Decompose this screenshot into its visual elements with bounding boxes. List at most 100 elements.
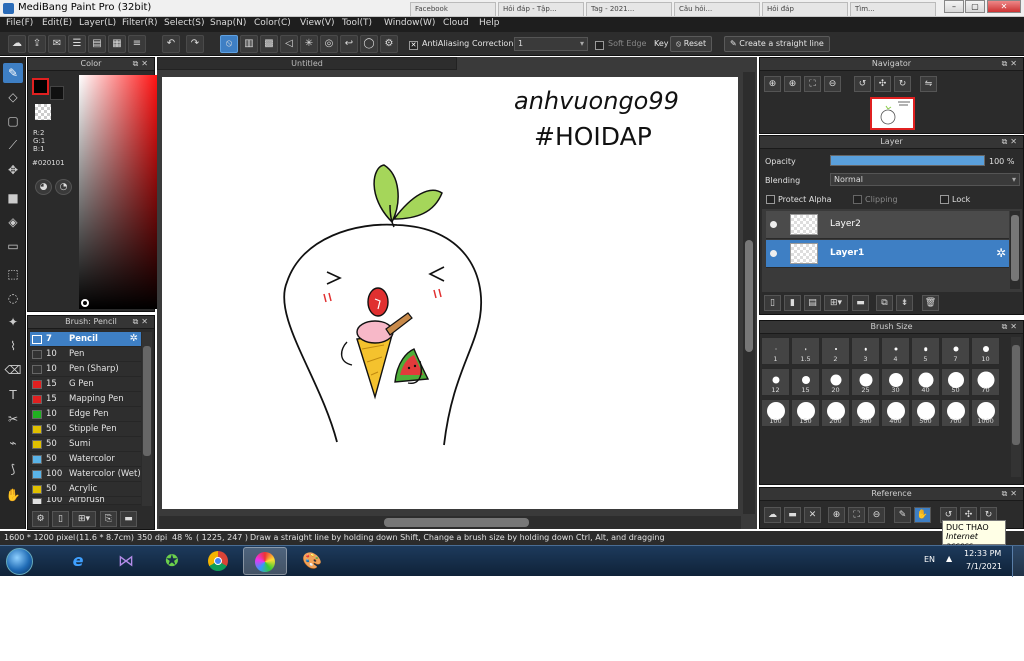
rotate-right-icon[interactable]: ↻ (894, 76, 911, 92)
brush-item-pencil[interactable]: 7 Pencil ✲ (30, 332, 141, 347)
move-tool-icon[interactable]: ✥ (3, 160, 23, 180)
reference-zoom-in-icon[interactable]: ⊕ (828, 507, 845, 523)
delete-layer-icon[interactable]: 🗑 (922, 295, 939, 311)
pages-icon[interactable]: ▦ (108, 35, 126, 53)
visibility-eye-icon[interactable] (770, 250, 777, 257)
list-icon[interactable]: ≡ (128, 35, 146, 53)
palette-icon[interactable]: ◕ (35, 179, 52, 195)
snap-radial-icon[interactable]: ✳ (300, 35, 318, 53)
brush-size-option[interactable]: 25 (851, 368, 880, 396)
transparent-swatch[interactable] (35, 104, 51, 120)
reference-fit-icon[interactable]: ⛶ (848, 507, 865, 523)
brush-size-option[interactable]: 10 (971, 337, 1000, 365)
brush-item-mapping-pen[interactable]: 15 Mapping Pen (30, 392, 141, 407)
browser-tab[interactable]: Hỏi đáp - Tập... (498, 2, 584, 16)
sv-cursor[interactable] (81, 299, 89, 307)
brush-size-option[interactable]: 300 (851, 399, 880, 427)
brush-size-option[interactable]: 12 (761, 368, 790, 396)
snap-curve-icon[interactable]: ↩ (340, 35, 358, 53)
menu-cloud[interactable]: Cloud (443, 18, 469, 28)
brush-size-option[interactable]: 40 (911, 368, 940, 396)
new-brush-icon[interactable]: ▯ (52, 511, 69, 527)
brush-tool-icon[interactable]: ✎ (3, 63, 23, 83)
brush-size-option[interactable]: 15 (791, 368, 820, 396)
page-icon[interactable]: ▤ (88, 35, 106, 53)
panel-controls[interactable]: ⧉✕ (1002, 488, 1020, 500)
brush-add-menu-icon[interactable]: ⊞▾ (72, 511, 96, 527)
palette-add-icon[interactable]: ◔ (55, 179, 72, 195)
scrollbar-thumb[interactable] (384, 518, 529, 527)
show-desktop-button[interactable] (1012, 546, 1024, 577)
panel-controls[interactable]: ⧉✕ (1002, 321, 1020, 333)
fit-window-icon[interactable]: ✣ (874, 76, 891, 92)
soft-edge-checkbox[interactable] (595, 41, 604, 50)
hand-tool-icon[interactable]: ✋ (3, 485, 23, 505)
snap-circle-icon[interactable]: ◎ (320, 35, 338, 53)
drawing-canvas[interactable]: anhvuongo99 #HOIDAP (162, 77, 738, 509)
layer-list-scrollbar[interactable] (1010, 211, 1020, 289)
select-eraser-icon[interactable]: ⌫ (3, 360, 23, 380)
snap-settings-icon[interactable]: ⚙ (380, 35, 398, 53)
divide-tool-icon[interactable]: ✂ (3, 409, 23, 429)
layer-folder-icon[interactable]: ▬ (852, 295, 869, 311)
menu-window[interactable]: Window(W) (384, 18, 435, 28)
tray-expand-icon[interactable]: ▲ (946, 554, 952, 563)
create-straight-line-button[interactable]: ✎ Create a straight line (724, 36, 830, 52)
chrome-icon[interactable] (196, 547, 240, 575)
scrollbar-thumb[interactable] (1011, 215, 1019, 281)
new-layer-icon[interactable]: ▯ (764, 295, 781, 311)
rotate-left-icon[interactable]: ↺ (854, 76, 871, 92)
brush-size-option[interactable]: 1 (761, 337, 790, 365)
zoom-out-icon[interactable]: ⊖ (824, 76, 841, 92)
reference-close-icon[interactable]: ✕ (804, 507, 821, 523)
visual-studio-icon[interactable]: ⋈ (104, 547, 148, 575)
snap-parallel-icon[interactable]: ▥ (240, 35, 258, 53)
scrollbar-thumb[interactable] (1012, 345, 1020, 445)
brush-item-pen-sharp[interactable]: 10 Pen (Sharp) (30, 362, 141, 377)
protect-alpha-checkbox[interactable] (766, 195, 775, 204)
text-tool-icon[interactable]: T (3, 385, 23, 405)
coc-coc-browser-icon[interactable]: ✪ (150, 547, 194, 575)
cloud-icon[interactable]: ☁ (8, 35, 26, 53)
eraser-tool-icon[interactable]: ◇ (3, 87, 23, 107)
snap-off-icon[interactable]: ⦸ (220, 35, 238, 53)
brush-size-option[interactable]: 3 (851, 337, 880, 365)
brush-size-option[interactable]: 4 (881, 337, 910, 365)
minimize-button[interactable]: – (944, 0, 964, 13)
scrollbar-thumb[interactable] (143, 346, 151, 456)
blending-select[interactable]: Normal (830, 173, 1020, 186)
gradient-tool-icon[interactable]: ▭ (3, 236, 23, 256)
brush-size-option[interactable]: 500 (911, 399, 940, 427)
brush-folder-icon[interactable]: ▬ (120, 511, 137, 527)
antialiasing-checkbox[interactable]: ✕ (409, 41, 418, 50)
brush-size-option[interactable]: 150 (791, 399, 820, 427)
line-tool-icon[interactable]: ⟋ (3, 135, 23, 155)
brush-settings-icon[interactable]: ⚙ (32, 511, 49, 527)
language-indicator[interactable]: EN (924, 555, 935, 564)
brush-item-pen[interactable]: 10 Pen (30, 347, 141, 362)
zoom-in-icon[interactable]: ⊕ (764, 76, 781, 92)
brush-size-option[interactable]: 7 (941, 337, 970, 365)
gear-icon[interactable]: ✲ (996, 246, 1006, 260)
zoom-in-alt-icon[interactable]: ⊕ (784, 76, 801, 92)
maximize-button[interactable]: ▢ (965, 0, 985, 13)
eyedropper-icon[interactable]: ⌁ (3, 433, 23, 453)
panel-controls[interactable]: ⧉✕ (1002, 136, 1020, 148)
brush-size-option[interactable]: 70 (971, 368, 1000, 396)
gear-icon[interactable]: ✲ (130, 333, 138, 344)
fit-screen-icon[interactable]: ⛶ (804, 76, 821, 92)
brush-item-sumi[interactable]: 50 Sumi (30, 437, 141, 452)
reference-pick-color-icon[interactable]: ✎ (894, 507, 911, 523)
panel-controls[interactable]: ⧉✕ (133, 58, 151, 70)
panel-controls[interactable]: ⧉✕ (1002, 58, 1020, 70)
brush-size-option[interactable]: 5 (911, 337, 940, 365)
brush-size-option[interactable]: 2 (821, 337, 850, 365)
correction-select[interactable]: 1 (514, 37, 588, 51)
brush-item-stipple-pen[interactable]: 50 Stipple Pen (30, 422, 141, 437)
share-icon[interactable]: ⇪ (28, 35, 46, 53)
reference-cloud-icon[interactable]: ☁ (764, 507, 781, 523)
layer-row-layer1[interactable]: Layer1 ✲ (766, 240, 1009, 268)
clock-date[interactable]: 7/1/2021 (966, 562, 1002, 571)
select-pen-icon[interactable]: ⌇ (3, 336, 23, 356)
brush-item-airbrush[interactable]: 100 Airbrush (30, 497, 141, 505)
